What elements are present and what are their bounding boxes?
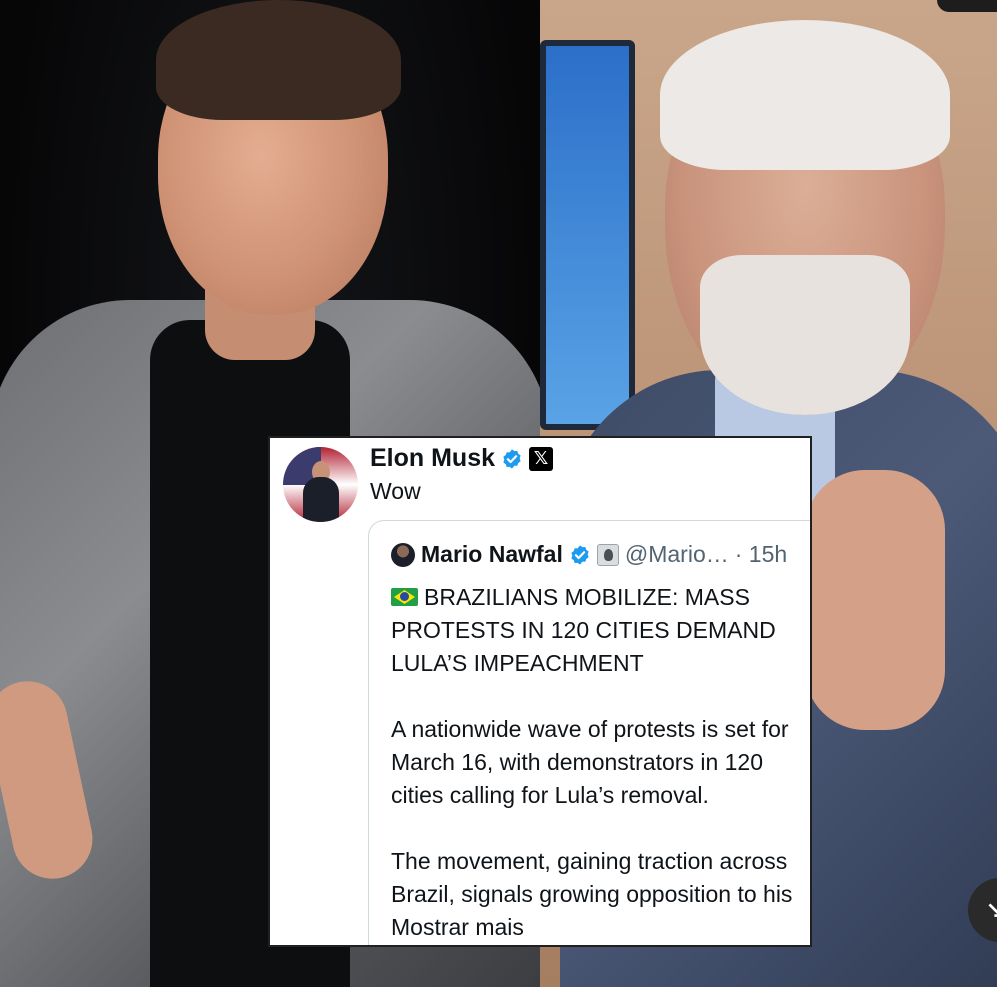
brazil-flag-icon	[391, 588, 418, 606]
quoted-paragraph-2: The movement, gaining traction across Br…	[391, 845, 810, 944]
right-person-hand	[805, 470, 945, 730]
right-person-hair	[660, 20, 950, 170]
author-avatar[interactable]	[283, 447, 358, 522]
verified-badge-icon	[571, 544, 589, 565]
tweet-card[interactable]: Elon Musk 𝕏 Wow Mario Nawfal @Mario… · 1…	[268, 436, 812, 947]
background-screen	[540, 40, 635, 430]
avatar-body	[303, 477, 339, 522]
quoted-headline-text: BRAZILIANS MOBILIZE: MASS PROTESTS IN 12…	[391, 584, 776, 676]
quoted-author-name[interactable]: Mario Nawfal	[421, 541, 563, 568]
quoted-tweet-header: Mario Nawfal @Mario… · 15h	[391, 541, 787, 568]
quoted-time: · 15h	[734, 541, 788, 567]
quoted-paragraph-1: A nationwide wave of protests is set for…	[391, 716, 789, 808]
show-more-link[interactable]: Mostrar mais	[391, 914, 524, 940]
quoted-headline: BRAZILIANS MOBILIZE: MASS PROTESTS IN 12…	[391, 581, 810, 680]
post-text: Wow	[370, 478, 421, 504]
left-person-hair	[156, 0, 401, 120]
quoted-paragraph-2-text: The movement, gaining traction across Br…	[391, 848, 793, 907]
author-name[interactable]: Elon Musk	[370, 444, 495, 473]
quoted-author-avatar[interactable]	[391, 542, 415, 567]
quoted-tweet[interactable]: Mario Nawfal @Mario… · 15h BRAZILIANS MO…	[368, 520, 810, 945]
quoted-author-handle[interactable]: @Mario…	[625, 541, 729, 568]
top-corner-tab	[937, 0, 997, 12]
arrow-icon: ↘	[986, 897, 997, 922]
author-line: Elon Musk 𝕏	[370, 444, 554, 473]
affiliate-badge-icon	[596, 543, 619, 566]
quoted-tweet-body: BRAZILIANS MOBILIZE: MASS PROTESTS IN 12…	[391, 581, 810, 945]
right-person-beard	[700, 255, 910, 415]
x-logo-icon: 𝕏	[529, 446, 554, 471]
verified-badge-icon	[503, 448, 521, 469]
